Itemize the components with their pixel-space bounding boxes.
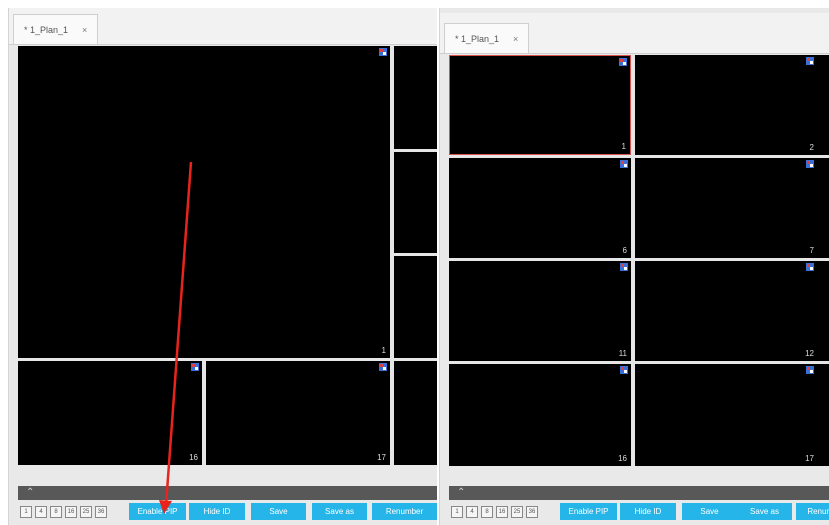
- video-tile[interactable]: [394, 361, 437, 465]
- tab-plan[interactable]: * 1_Plan_1 ×: [444, 23, 530, 53]
- collapse-bar[interactable]: ⌃: [449, 486, 829, 500]
- layout-1-button[interactable]: 1: [20, 505, 32, 518]
- tab-plan[interactable]: * 1_Plan_1 ×: [13, 14, 99, 44]
- video-tile[interactable]: [394, 46, 437, 149]
- hide-id-button[interactable]: Hide ID: [189, 503, 245, 520]
- video-tile[interactable]: 16: [18, 361, 202, 465]
- tile-number: 6: [622, 246, 627, 255]
- layout-16-button[interactable]: 16: [65, 505, 77, 518]
- left-panel: * 1_Plan_1 × 1 16 17 ⌃ 1 4 8 16 25 36 En…: [8, 8, 437, 525]
- enable-pip-button[interactable]: Enable PIP: [129, 503, 186, 520]
- video-tile[interactable]: 17: [206, 361, 390, 465]
- tile-number: 17: [805, 454, 814, 463]
- video-grid: 1 2 6 7 11 12 16 17: [449, 55, 829, 466]
- video-tile[interactable]: 16: [449, 364, 631, 466]
- camera-icon: [191, 363, 199, 371]
- camera-icon: [806, 57, 814, 65]
- video-tile[interactable]: [394, 256, 437, 358]
- tile-number: 7: [809, 246, 814, 255]
- video-tile[interactable]: [394, 152, 437, 253]
- save-button[interactable]: Save: [251, 503, 306, 520]
- layout-8-button[interactable]: 8: [50, 505, 62, 518]
- tile-number: 11: [618, 349, 627, 358]
- tile-number: 16: [189, 453, 198, 462]
- enable-pip-button[interactable]: Enable PIP: [560, 503, 617, 520]
- layout-toolbar: 1 4 8 16 25 36: [451, 503, 541, 520]
- layout-toolbar: 1 4 8 16 25 36: [20, 503, 110, 520]
- tab-label: * 1_Plan_1: [455, 33, 500, 44]
- layout-16-button[interactable]: 16: [496, 505, 508, 518]
- hide-id-button[interactable]: Hide ID: [620, 503, 676, 520]
- save-as-button[interactable]: Save as: [312, 503, 367, 520]
- tab-bar: * 1_Plan_1 ×: [9, 8, 437, 45]
- layout-25-button[interactable]: 25: [80, 505, 92, 518]
- camera-icon: [379, 48, 387, 56]
- camera-icon: [806, 263, 814, 271]
- video-tile-main[interactable]: 1: [18, 46, 390, 358]
- camera-icon: [806, 160, 814, 168]
- camera-icon: [620, 263, 628, 271]
- video-tile[interactable]: 17: [635, 364, 829, 466]
- layout-36-button[interactable]: 36: [526, 505, 538, 518]
- tile-number: 1: [621, 142, 626, 151]
- chevron-double-up-icon[interactable]: ⌃: [457, 487, 465, 498]
- tab-close-icon[interactable]: ×: [513, 34, 518, 44]
- save-as-button[interactable]: Save as: [737, 503, 792, 520]
- tab-close-icon[interactable]: ×: [82, 25, 87, 35]
- video-tile[interactable]: 2: [635, 55, 829, 155]
- renumber-button[interactable]: Renumber: [796, 503, 829, 520]
- video-tile[interactable]: 11: [449, 261, 631, 361]
- camera-icon: [379, 363, 387, 371]
- camera-icon: [620, 160, 628, 168]
- right-panel: * 1_Plan_1 × 1 2 6 7 11 12 16 17 ⌃ 1 4 8 16 25 …: [439, 8, 829, 525]
- camera-icon: [620, 366, 628, 374]
- tile-number: 2: [809, 143, 814, 152]
- tile-number: 1: [381, 346, 386, 355]
- video-tile[interactable]: 12: [635, 261, 829, 361]
- tile-number: 12: [805, 349, 814, 358]
- layout-25-button[interactable]: 25: [511, 505, 523, 518]
- tab-label: * 1_Plan_1: [24, 24, 69, 35]
- video-tile[interactable]: 1: [449, 55, 631, 155]
- video-tile[interactable]: 7: [635, 158, 829, 258]
- layout-4-button[interactable]: 4: [35, 505, 47, 518]
- video-tile[interactable]: 6: [449, 158, 631, 258]
- layout-8-button[interactable]: 8: [481, 505, 493, 518]
- chevron-double-up-icon[interactable]: ⌃: [26, 487, 34, 498]
- camera-icon: [619, 58, 627, 66]
- tile-number: 16: [618, 454, 627, 463]
- video-grid: 1 16 17: [18, 46, 437, 465]
- renumber-button[interactable]: Renumber: [372, 503, 437, 520]
- camera-icon: [806, 366, 814, 374]
- save-button[interactable]: Save: [682, 503, 737, 520]
- collapse-bar[interactable]: ⌃: [18, 486, 437, 500]
- tab-bar: * 1_Plan_1 ×: [440, 13, 829, 54]
- layout-4-button[interactable]: 4: [466, 505, 478, 518]
- tile-number: 17: [377, 453, 386, 462]
- layout-36-button[interactable]: 36: [95, 505, 107, 518]
- layout-1-button[interactable]: 1: [451, 505, 463, 518]
